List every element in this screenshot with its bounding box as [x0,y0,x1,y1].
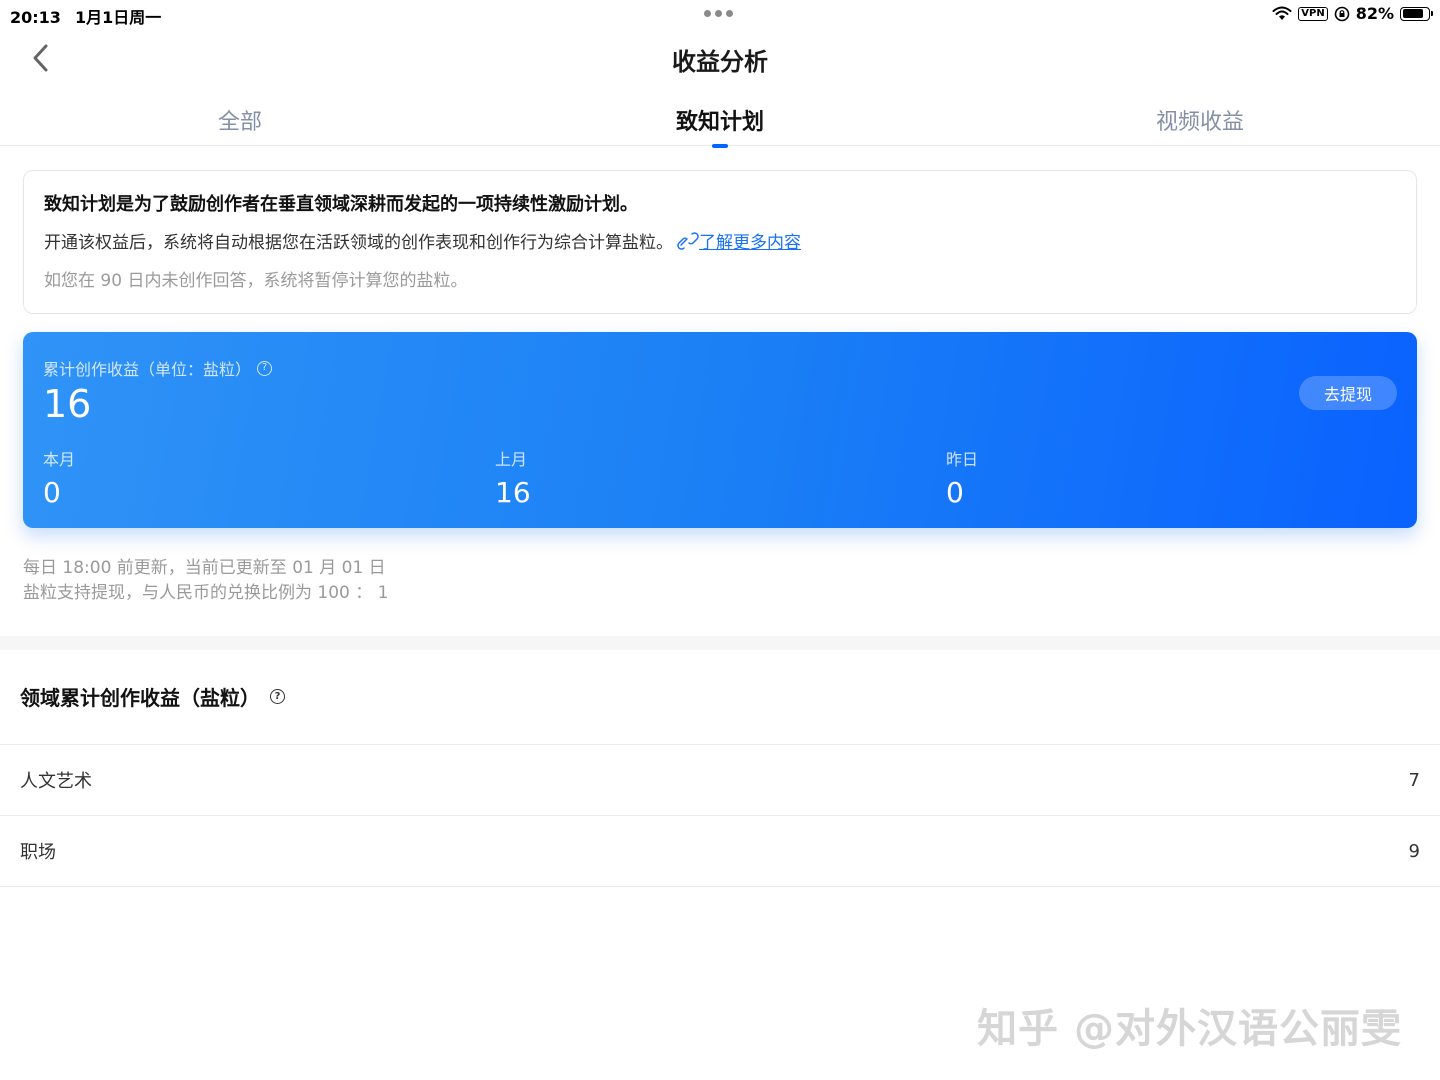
stat-value: 0 [946,476,964,509]
domain-section-title-text: 领域累计创作收益（盐粒） [20,686,260,710]
stat-value: 16 [495,476,531,509]
stat-label: 上月 [495,450,528,469]
exchange-note: 盐粒支持提现，与人民币的兑换比例为 100 ： 1 [23,583,389,603]
status-date: 1月1日周一 [74,8,162,27]
status-indicators: VPN 82% [1272,4,1433,23]
stat-value: 0 [43,476,61,509]
tab-all[interactable]: 全部 [120,104,360,136]
wifi-icon [1272,6,1292,20]
withdraw-button[interactable]: 去提现 [1299,376,1397,410]
orientation-lock-icon [1334,6,1350,21]
learn-more-link[interactable]: 了解更多内容 [699,233,801,253]
stat-label: 昨日 [946,450,979,469]
domain-name: 职场 [20,842,56,863]
tab-video-earnings[interactable]: 视频收益 [1080,104,1320,136]
domain-value: 9 [1408,840,1420,862]
page-title: 收益分析 [672,48,768,76]
vpn-badge: VPN [1298,6,1328,21]
status-bar: 20:13 1月1日周一 VPN 82% [0,0,1440,28]
watermark: 知乎 @对外汉语公丽雯 [977,1006,1402,1052]
update-note: 每日 18:00 前更新，当前已更新至 01 月 01 日 [23,558,386,578]
domain-list: 人文艺术 7 职场 9 [0,744,1440,887]
total-earnings-label: 累计创作收益（单位：盐粒） ? [43,356,273,380]
domain-value: 7 [1408,769,1420,791]
plan-pause-note: 如您在 90 日内未创作回答，系统将暂停计算您的盐粒。 [44,271,468,291]
plan-detail: 开通该权益后，系统将自动根据您在活跃领域的创作表现和创作行为综合计算盐粒。 了解… [44,229,1396,257]
list-item: 人文艺术 7 [0,745,1440,816]
status-clock: 20:13 1月1日周一 [10,4,161,28]
plan-description: 致知计划是为了鼓励创作者在垂直领域深耕而发起的一项持续性激励计划。 [44,194,638,215]
tab-zhizhi-plan[interactable]: 致知计划 [600,104,840,148]
list-item: 职场 9 [0,816,1440,887]
earnings-notes: 每日 18:00 前更新，当前已更新至 01 月 01 日 盐粒支持提现，与人民… [23,556,388,606]
stat-yesterday: 昨日 0 [946,446,978,509]
section-divider [0,636,1440,650]
stat-last-month: 上月 16 [495,446,531,509]
stat-label: 本月 [43,450,76,469]
question-icon[interactable]: ? [270,689,285,704]
plan-detail-text: 开通该权益后，系统将自动根据您在活跃领域的创作表现和创作行为综合计算盐粒。 [44,233,673,253]
question-icon[interactable]: ? [257,360,273,376]
total-earnings-label-text: 累计创作收益（单位：盐粒） [43,360,252,379]
link-icon [677,232,699,250]
multitask-dots-icon[interactable] [704,10,733,17]
domain-name: 人文艺术 [20,771,92,792]
battery-percent: 82% [1355,4,1394,23]
domain-section-title: 领域累计创作收益（盐粒） ? [20,682,285,711]
tab-bar: 全部 致知计划 视频收益 [0,96,1440,148]
status-time: 20:13 [10,8,61,27]
battery-icon [1400,6,1433,21]
total-earnings-value: 16 [43,382,92,426]
earnings-card: 累计创作收益（单位：盐粒） ? 16 去提现 本月 0 上月 16 昨日 0 [23,332,1417,528]
stat-this-month: 本月 0 [43,446,75,509]
plan-info-card: 致知计划是为了鼓励创作者在垂直领域深耕而发起的一项持续性激励计划。 开通该权益后… [23,170,1417,314]
